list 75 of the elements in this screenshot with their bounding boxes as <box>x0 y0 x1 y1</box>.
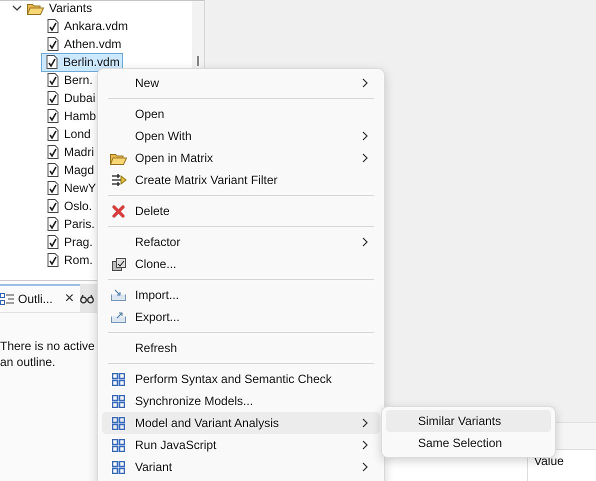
chevron-right-icon <box>362 462 368 472</box>
tree-item[interactable]: Dubai <box>46 88 98 108</box>
document-check-icon <box>47 91 59 105</box>
column-header: Value <box>533 453 565 470</box>
document-check-icon <box>47 109 59 123</box>
tree-item[interactable]: Paris. <box>46 214 98 234</box>
chevron-icon[interactable] <box>12 3 22 13</box>
menu-item[interactable]: Create Matrix Variant Filter <box>102 169 380 191</box>
document-check-icon <box>47 37 59 51</box>
tree-item[interactable]: Berlin.vdm <box>41 52 123 72</box>
menu-item[interactable]: Same Selection <box>386 432 551 454</box>
clone-icon <box>112 258 126 270</box>
menu-item[interactable]: Similar Variants <box>386 410 551 432</box>
document-check-icon <box>47 127 59 141</box>
grid-icon <box>112 372 125 386</box>
chevron-right-icon <box>362 153 368 163</box>
menu-item[interactable]: Variant <box>102 456 380 478</box>
tree-item[interactable]: Lond <box>46 124 94 144</box>
scrollbar-thumb[interactable] <box>197 56 199 66</box>
chevron-right-icon <box>362 131 368 141</box>
document-check-icon <box>47 253 59 267</box>
menu-item[interactable]: Run JavaScript <box>102 434 380 456</box>
tree-item[interactable]: Prag. <box>46 232 96 252</box>
menu-item[interactable]: Clone... <box>102 253 380 275</box>
chevron-right-icon <box>362 237 368 247</box>
chevron-right-icon <box>362 78 368 88</box>
menu-item[interactable]: Open With <box>102 125 380 147</box>
chevron-right-icon <box>362 440 368 450</box>
menu-item[interactable]: Perform Syntax and Semantic Check <box>102 368 380 390</box>
outline-icon <box>0 293 14 305</box>
document-check-icon <box>47 73 59 87</box>
tree-item[interactable]: Hamb <box>46 106 100 126</box>
document-check-icon <box>47 163 59 177</box>
menu-item[interactable]: Refactor <box>102 231 380 253</box>
grid-icon <box>112 394 125 408</box>
document-check-icon <box>47 199 59 213</box>
panel-tab[interactable]: Outli... × <box>0 284 80 312</box>
folder-icon <box>27 2 44 14</box>
menu-item[interactable]: Model and Variant Analysis <box>102 412 380 434</box>
menu-item[interactable]: New <box>102 72 380 94</box>
tree-item[interactable]: Magd <box>46 160 98 180</box>
tree-item[interactable]: Athen.vdm <box>46 34 124 54</box>
tree-item[interactable]: Variants <box>49 1 92 15</box>
grid-icon <box>112 438 125 452</box>
document-check-icon <box>47 19 59 33</box>
message-text: There is no active <box>0 338 95 354</box>
document-check-icon <box>47 181 59 195</box>
grid-icon <box>112 416 125 430</box>
message-text: an outline. <box>0 354 56 370</box>
delete-icon <box>112 204 125 218</box>
import-icon <box>111 289 126 301</box>
grid-icon <box>112 460 125 474</box>
tree-item[interactable]: Bern. <box>46 70 96 90</box>
menu-item[interactable]: Open in Matrix <box>102 147 380 169</box>
tree-item[interactable]: Oslo. <box>46 196 96 216</box>
tree-item[interactable]: NewY <box>46 178 100 198</box>
menu-item[interactable]: Synchronize Models... <box>102 390 380 412</box>
document-check-icon <box>47 217 59 231</box>
filter-arrows-icon <box>110 173 126 187</box>
folder-icon <box>110 152 127 164</box>
tree-item[interactable]: Ankara.vdm <box>46 16 132 36</box>
document-check-icon <box>47 235 59 249</box>
menu-item[interactable]: Delete <box>102 200 380 222</box>
menu-item[interactable]: Import... <box>102 284 380 306</box>
export-icon <box>111 311 126 323</box>
close-icon[interactable]: × <box>64 290 74 308</box>
chevron-right-icon <box>362 418 368 428</box>
document-check-icon <box>47 145 59 159</box>
menu-item[interactable]: Open <box>102 103 380 125</box>
document-check-icon <box>46 55 58 69</box>
tree-item[interactable]: Madri <box>46 142 98 162</box>
menu-item[interactable]: Refresh <box>102 337 380 359</box>
tree-item[interactable]: Rom. <box>46 250 96 270</box>
glasses-icon <box>80 294 94 304</box>
menu-item[interactable]: Export... <box>102 306 380 328</box>
